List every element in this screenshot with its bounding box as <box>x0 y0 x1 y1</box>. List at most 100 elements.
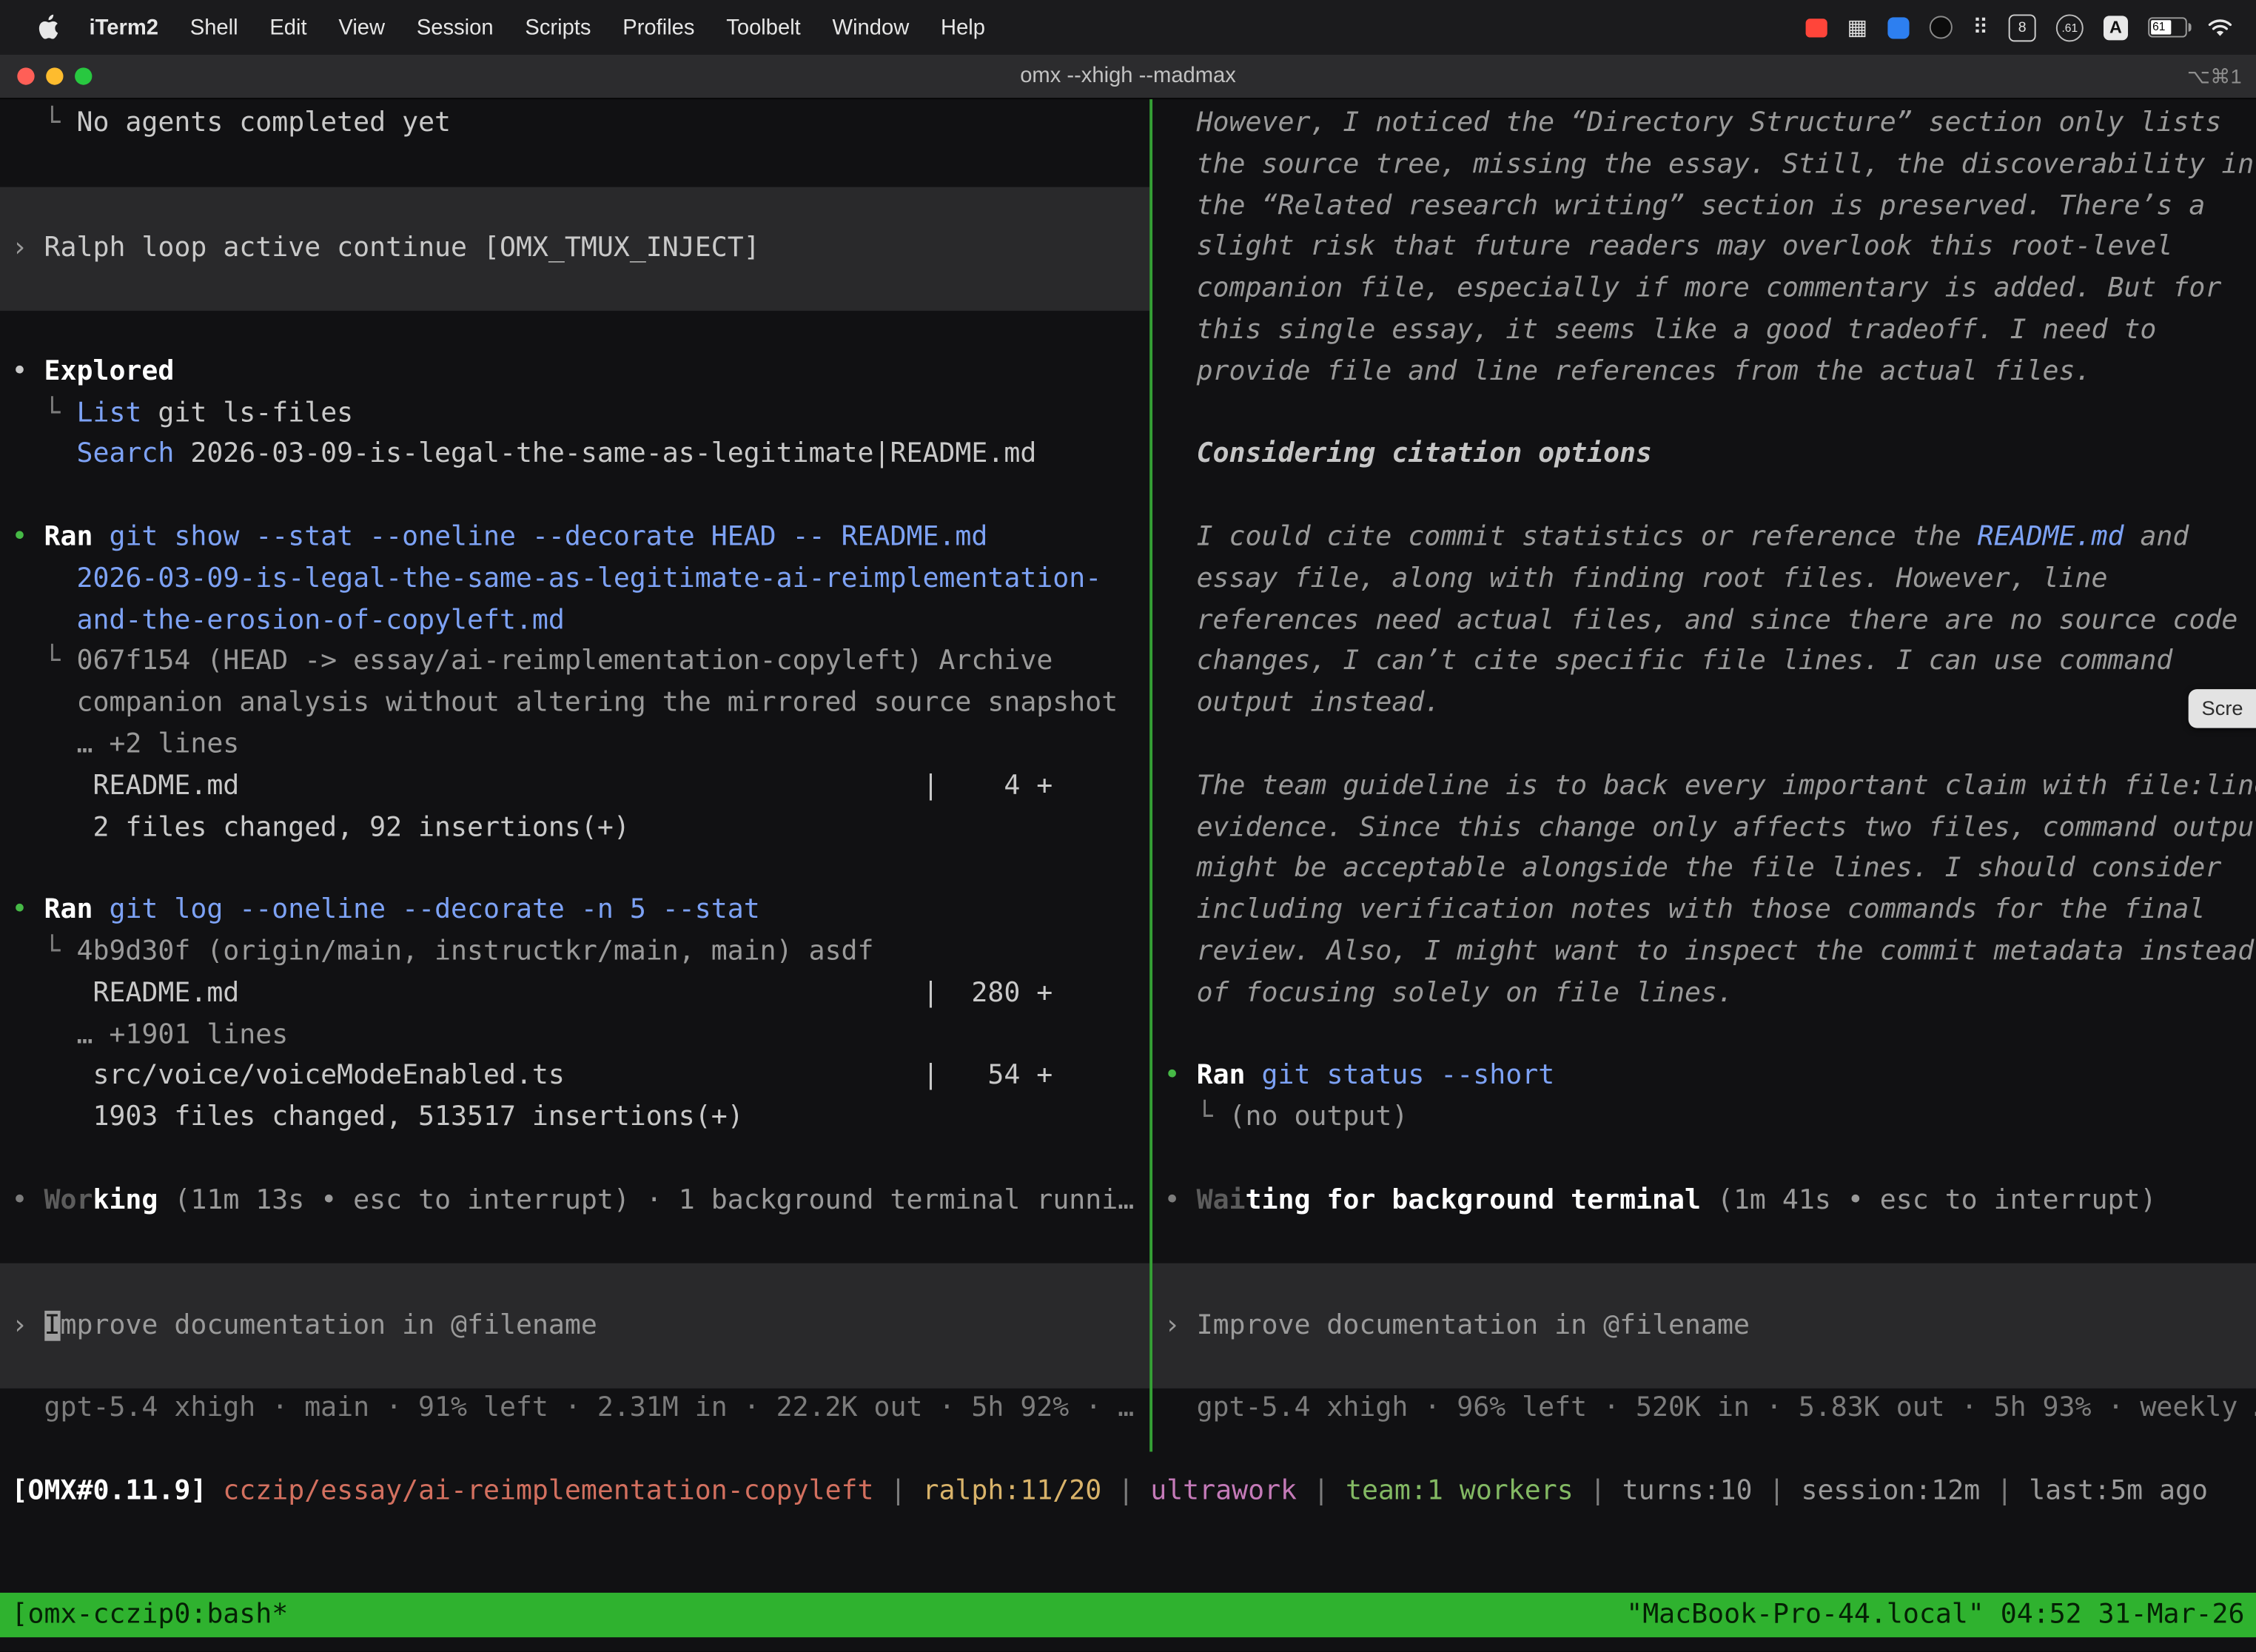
team-label: team:1 workers <box>1346 1476 1574 1506</box>
ralph-inject-banner: › Ralph loop active continue [OMX_TMUX_I… <box>0 187 1149 311</box>
text-segment: ting for background terminal <box>1246 1185 1701 1215</box>
blue-app-icon[interactable] <box>1887 16 1909 38</box>
text-segment: • <box>12 357 44 387</box>
text-segment: | <box>1101 1476 1150 1506</box>
battery-icon[interactable]: 61 <box>2148 17 2186 37</box>
terminal-line: However, I noticed the “Directory Struct… <box>1164 104 2256 145</box>
text-segment: and-the-erosion-of-copyleft.md <box>12 605 565 636</box>
text-segment: … +1901 lines <box>12 1019 289 1050</box>
ralph-counter: ralph:11/20 <box>922 1476 1101 1506</box>
terminal-line: Search 2026-03-09-is-legal-the-same-as-l… <box>12 435 1150 477</box>
thinking-heading: Considering citation options <box>1164 435 2256 477</box>
omx-status-bar: [OMX#0.11.9] cczip/essay/ai-reimplementa… <box>0 1472 2256 1514</box>
window-manager-icon[interactable]: ▦ <box>1847 14 1868 40</box>
terminal-line: changes, I can’t cite specific file line… <box>1164 642 2256 684</box>
text-segment: (no output) <box>1229 1102 1409 1132</box>
text-segment: Ralph loop active continue [OMX_TMUX_INJ… <box>44 233 760 263</box>
menu-item-session[interactable]: Session <box>400 15 509 39</box>
blank-line <box>1164 477 2256 518</box>
text-segment: • <box>1164 1185 1197 1215</box>
terminal-line: src/voice/voiceModeEnabled.ts | 54 + <box>12 1056 1150 1098</box>
text-segment: 4b9d30f (origin/main, instructkr/main, m… <box>76 936 873 967</box>
text-segment: 1903 files changed, 513517 insertions(+) <box>12 1102 744 1132</box>
battery-percent: 61 <box>2152 19 2165 36</box>
menu-item-toolbelt[interactable]: Toolbelt <box>711 15 816 39</box>
terminal-line: companion analysis without altering the … <box>12 684 1150 725</box>
terminal-line: └ 4b9d30f (origin/main, instructkr/main,… <box>12 933 1150 974</box>
omx-status-line: [OMX#0.11.9] cczip/essay/ai-reimplementa… <box>12 1472 2256 1514</box>
menu-item-view[interactable]: View <box>323 15 400 39</box>
text-segment: └ <box>1164 1102 1229 1132</box>
menu-item-window[interactable]: Window <box>816 15 924 39</box>
text-segment: Ran <box>44 895 93 925</box>
terminal-line: might be acceptable alongside the file l… <box>1164 850 2256 891</box>
text-segment: However, I noticed the “Directory Struct… <box>1164 108 2222 138</box>
text-segment: | <box>1980 1476 2029 1506</box>
macos-menu-bar: iTerm2 ShellEditViewSessionScriptsProfil… <box>0 0 2256 55</box>
text-segment: Explored <box>44 357 175 387</box>
text-segment: companion file, especially if more comme… <box>1164 274 2222 304</box>
input-source-icon[interactable]: A <box>2104 15 2128 39</box>
terminal-line: the “Related research writing” section i… <box>1164 187 2256 228</box>
screen-recording-indicator-icon[interactable] <box>1805 18 1827 36</box>
text-segment: └ <box>12 398 77 429</box>
terminal-line: • Explored <box>12 352 1150 394</box>
terminal-line: the source tree, missing the essay. Stil… <box>1164 145 2256 187</box>
apple-menu-icon[interactable] <box>23 14 73 40</box>
text-segment: | <box>874 1476 923 1506</box>
left-agent-pane[interactable]: └ No agents completed yet › Ralph loop ac… <box>0 99 1149 1451</box>
text-segment: Wai <box>1197 1185 1246 1215</box>
composer-input[interactable]: › Improve documentation in @filename <box>1152 1263 2256 1388</box>
menu-item-shell[interactable]: Shell <box>174 15 254 39</box>
tmux-status-bar: [omx-cczip0:bash* "MacBook-Pro-44.local"… <box>0 1593 2256 1637</box>
window-hotkey-hint: ⌥⌘1 <box>2187 55 2242 98</box>
text-segment: this single essay, it seems like a good … <box>1164 315 2157 346</box>
menu-item-profiles[interactable]: Profiles <box>607 15 711 39</box>
text-segment: the source tree, missing the essay. Stil… <box>1164 150 2255 180</box>
wifi-icon[interactable] <box>2207 18 2233 36</box>
text-segment: • <box>12 895 44 925</box>
command-text: git status --short <box>1262 1061 1555 1091</box>
text-segment: the “Related research writing” section i… <box>1164 191 2206 221</box>
dots-grid-icon[interactable]: ⠿ <box>1973 14 1988 40</box>
menu-bar-status-icons: ▦ ⠿ 8 .61 A 61 <box>1805 13 2256 41</box>
branch-name: cczip/essay/ai-reimplementation-copyleft <box>223 1476 873 1506</box>
composer-input[interactable]: › Improve documentation in @filename <box>0 1263 1149 1388</box>
dark-app-icon[interactable] <box>1930 16 1953 38</box>
menu-item-help[interactable]: Help <box>925 15 1001 39</box>
text-segment: changes, I can’t cite specific file line… <box>1164 647 2173 677</box>
terminal-line: references need actual files, and since … <box>1164 601 2256 642</box>
menu-item-edit[interactable]: Edit <box>254 15 323 39</box>
text-segment: companion analysis without altering the … <box>12 688 1118 718</box>
blank-line <box>12 850 1150 891</box>
text-segment: src/voice/voiceModeEnabled.ts | 54 + <box>12 1061 1053 1091</box>
menu-app-name[interactable]: iTerm2 <box>73 15 174 39</box>
terminal-line: this single essay, it seems like a good … <box>1164 311 2256 352</box>
text-segment <box>1246 1061 1262 1091</box>
session-label: session:12m <box>1801 1476 1980 1506</box>
turns-label: turns:10 <box>1622 1476 1753 1506</box>
terminal-line: review. Also, I might want to inspect th… <box>1164 933 2256 974</box>
terminal-line: • Ran git status --short <box>1164 1056 2256 1098</box>
right-agent-pane[interactable]: However, I noticed the “Directory Struct… <box>1152 99 2256 1451</box>
command-text: git log --oneline --decorate -n 5 --stat <box>109 895 759 925</box>
terminal-line: └ (no output) <box>1164 1098 2256 1139</box>
command-text: git show --stat --oneline --decorate HEA… <box>109 523 987 553</box>
menu-item-scripts[interactable]: Scripts <box>509 15 607 39</box>
badge-61-icon[interactable]: .61 <box>2056 13 2084 41</box>
text-segment: | <box>1753 1476 1802 1506</box>
text-segment: Wor <box>44 1185 93 1215</box>
text-segment: Considering citation options <box>1164 440 1652 470</box>
screen: iTerm2 ShellEditViewSessionScriptsProfil… <box>0 0 2256 1652</box>
text-segment: • <box>1164 1061 1197 1091</box>
text-segment: README.md | 280 + <box>12 978 1053 1008</box>
terminal-line: output instead. <box>1164 684 2256 725</box>
screen-share-overlay-tab[interactable]: Scre <box>2189 689 2256 728</box>
terminal-line: essay file, along with finding root file… <box>1164 560 2256 601</box>
text-segment: (11m 13s • esc to interrupt) · 1 backgro… <box>158 1185 1134 1215</box>
key-8-icon[interactable]: 8 <box>2009 13 2036 41</box>
model-status-line: gpt-5.4 xhigh · 96% left · 520K in · 5.8… <box>1164 1388 2256 1429</box>
text-segment: No agents completed yet <box>76 108 451 138</box>
text-segment: 067f154 (HEAD -> essay/ai-reimplementati… <box>76 647 1053 677</box>
text-segment: 2026-03-09-is-legal-the-same-as-legitima… <box>12 564 1102 594</box>
